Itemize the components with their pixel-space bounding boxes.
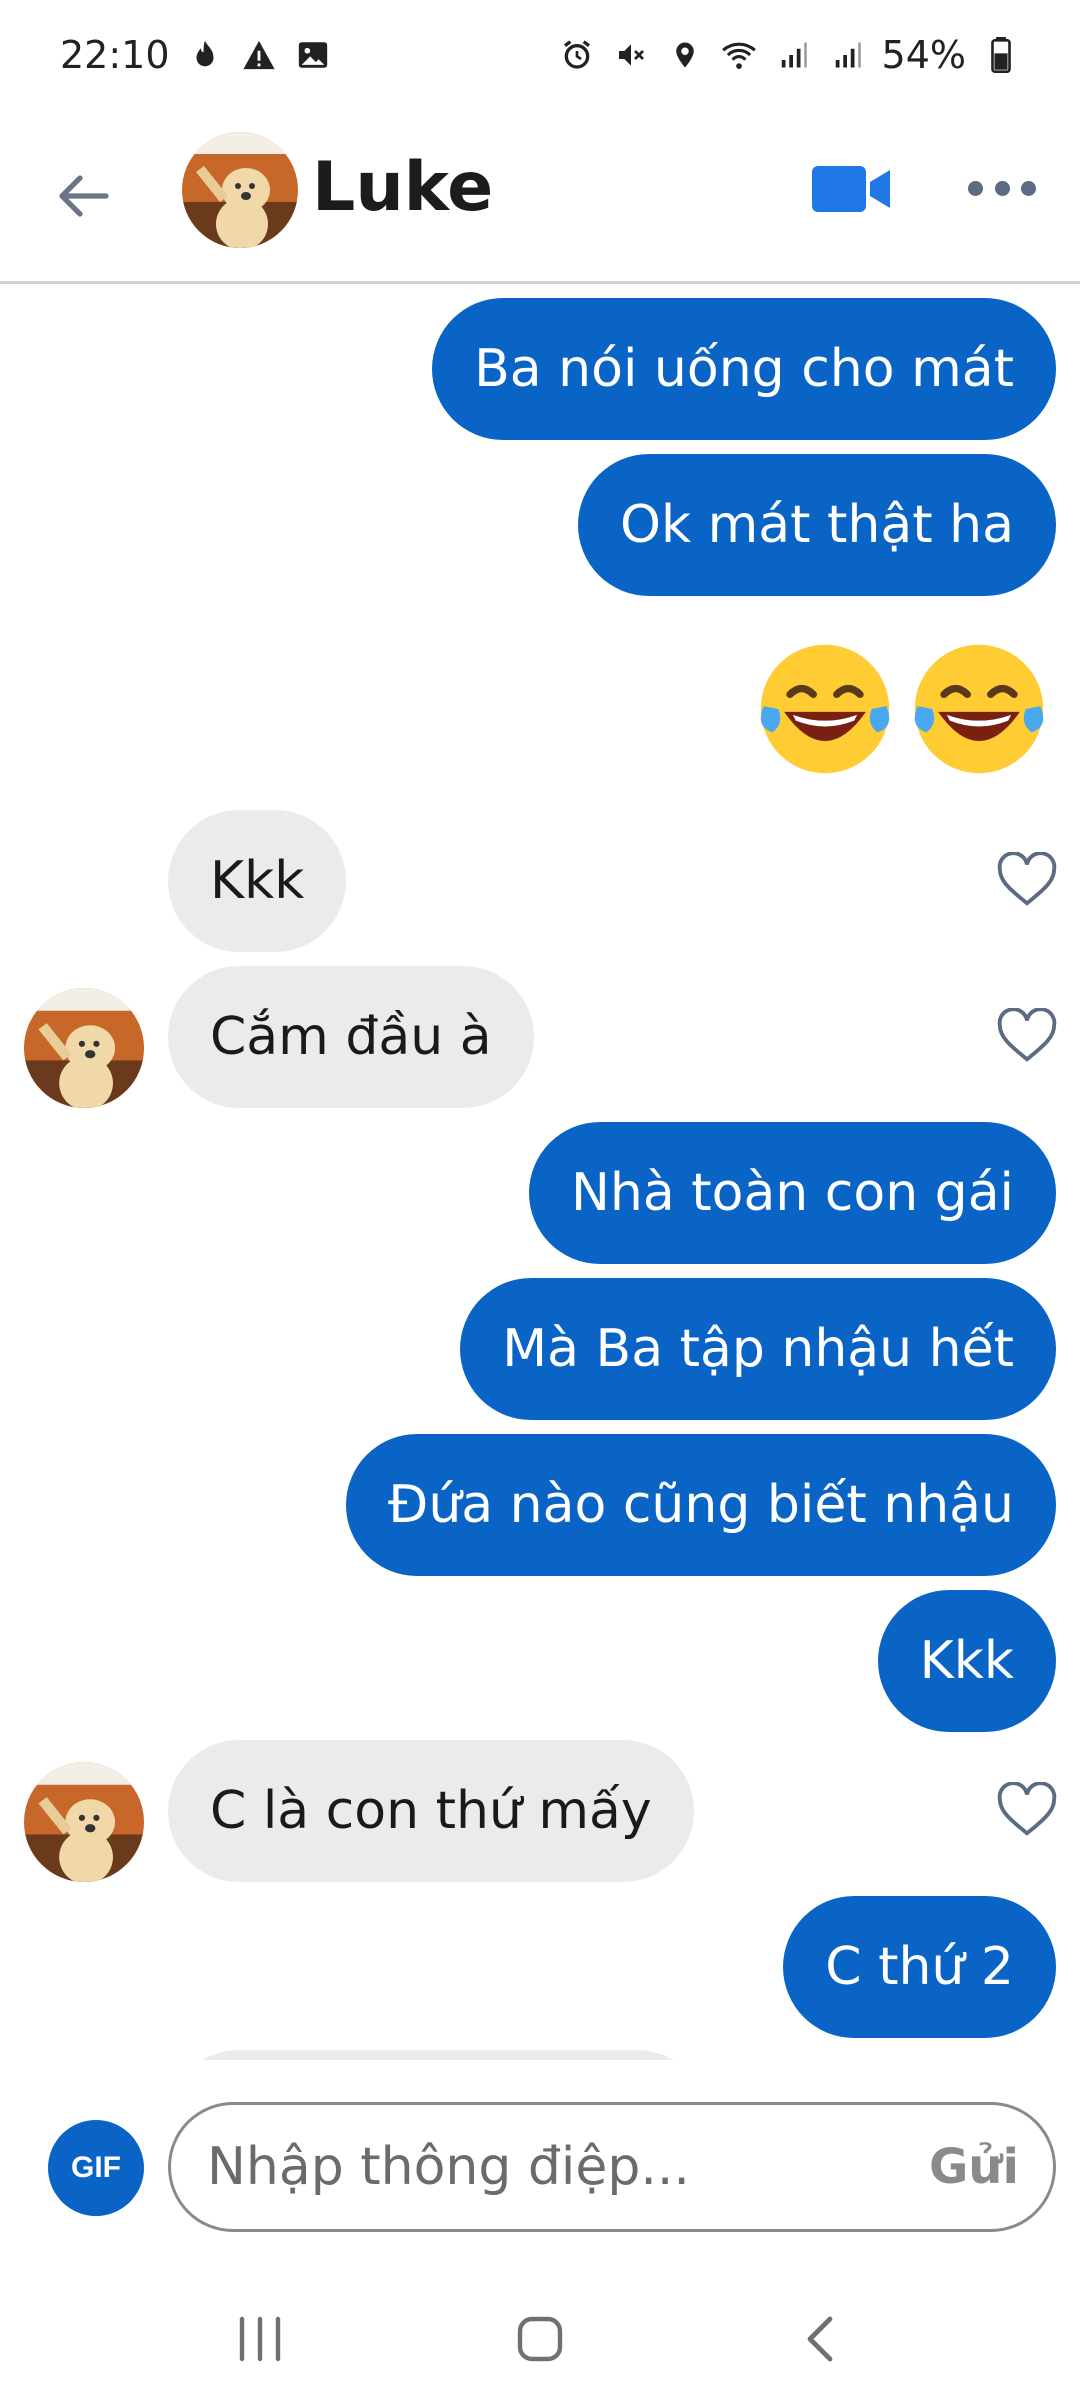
system-back-button[interactable] — [780, 2299, 860, 2379]
contact-avatar[interactable] — [24, 1762, 144, 1882]
message-input[interactable] — [205, 2136, 917, 2198]
message-text: Đứa nào cũng biết nhậu — [388, 1475, 1014, 1535]
send-button[interactable]: Gửi — [929, 2139, 1019, 2195]
recent-apps-icon — [239, 2316, 281, 2362]
contact-name: Luke — [312, 148, 494, 227]
system-nav-bar — [0, 2278, 1080, 2400]
wifi-icon — [720, 36, 758, 74]
message-outgoing[interactable]: Đứa nào cũng biết nhậu — [346, 1434, 1056, 1576]
dog-avatar-image — [24, 1762, 144, 1882]
message-incoming[interactable]: Cắm đầu à — [168, 966, 534, 1108]
message-text: Kkk — [919, 1631, 1014, 1691]
contact-avatar[interactable] — [182, 132, 298, 248]
chat-header: Luke — [0, 110, 1080, 284]
status-left: 22:10 — [60, 33, 332, 77]
more-options-button[interactable] — [968, 168, 1036, 208]
message-text: Ba nói uống cho mát — [474, 339, 1014, 399]
chat-screen: 22:10 54% Luke Ba nói uống cho mát Ok má… — [0, 0, 1080, 2400]
image-icon — [294, 36, 332, 74]
message-text: Kkk — [210, 851, 305, 911]
message-text: Ok mát thật ha — [620, 495, 1014, 555]
message-outgoing[interactable]: Kkk — [877, 1590, 1056, 1732]
gif-button[interactable]: GIF — [48, 2120, 144, 2216]
heart-icon[interactable] — [996, 1782, 1058, 1838]
back-icon — [807, 2316, 833, 2362]
status-time: 22:10 — [60, 33, 170, 77]
message-list[interactable]: Ba nói uống cho mát Ok mát thật ha Kkk C… — [0, 284, 1080, 2064]
message-outgoing[interactable]: Nhà toàn con gái — [528, 1122, 1056, 1264]
signal-icon — [774, 36, 812, 74]
message-input-wrapper[interactable]: Gửi — [168, 2102, 1056, 2232]
heart-icon[interactable] — [996, 852, 1058, 908]
video-camera-icon — [812, 166, 890, 212]
message-text: C là con thứ mấy — [210, 1781, 652, 1841]
message-outgoing[interactable]: Mà Ba tập nhậu hết — [460, 1278, 1056, 1420]
signal-icon — [828, 36, 866, 74]
dog-avatar-image — [182, 132, 298, 248]
video-call-button[interactable] — [810, 162, 894, 216]
back-button[interactable] — [52, 164, 116, 228]
message-incoming[interactable]: C là con thứ mấy — [168, 1740, 694, 1882]
more-dot — [968, 180, 983, 196]
message-text: C thứ 2 — [825, 1937, 1014, 1997]
recent-apps-button[interactable] — [220, 2299, 300, 2379]
location-icon — [666, 36, 704, 74]
dog-avatar-image — [24, 988, 144, 1108]
home-button[interactable] — [500, 2299, 580, 2379]
message-outgoing[interactable]: Ok mát thật ha — [578, 454, 1056, 596]
message-text: Cắm đầu à — [210, 1007, 492, 1067]
message-text: Mà Ba tập nhậu hết — [502, 1319, 1014, 1379]
message-text: Nhà toàn con gái — [570, 1163, 1014, 1223]
status-bar: 22:10 54% — [0, 0, 1080, 110]
more-dot — [994, 180, 1010, 196]
flame-icon — [186, 36, 224, 74]
more-dot — [1021, 180, 1036, 196]
status-right: 54% — [558, 33, 1020, 77]
laughing-tears-emoji-icon — [760, 644, 890, 774]
message-outgoing[interactable]: Ba nói uống cho mát — [432, 298, 1056, 440]
message-outgoing[interactable]: C thứ 2 — [783, 1896, 1056, 2038]
message-incoming[interactable]: Kkk — [168, 810, 347, 952]
arrow-left-icon — [59, 174, 109, 217]
mute-icon — [612, 36, 650, 74]
battery-percent: 54% — [881, 33, 966, 77]
emoji-message[interactable] — [752, 636, 1052, 782]
message-composer: GIF Gửi — [0, 2060, 1080, 2278]
contact-avatar[interactable] — [24, 988, 144, 1108]
laughing-tears-emoji-icon — [914, 644, 1044, 774]
home-icon — [517, 2316, 563, 2362]
warning-icon — [240, 36, 278, 74]
heart-icon[interactable] — [996, 1008, 1058, 1064]
alarm-icon — [558, 36, 596, 74]
battery-icon — [982, 36, 1020, 74]
